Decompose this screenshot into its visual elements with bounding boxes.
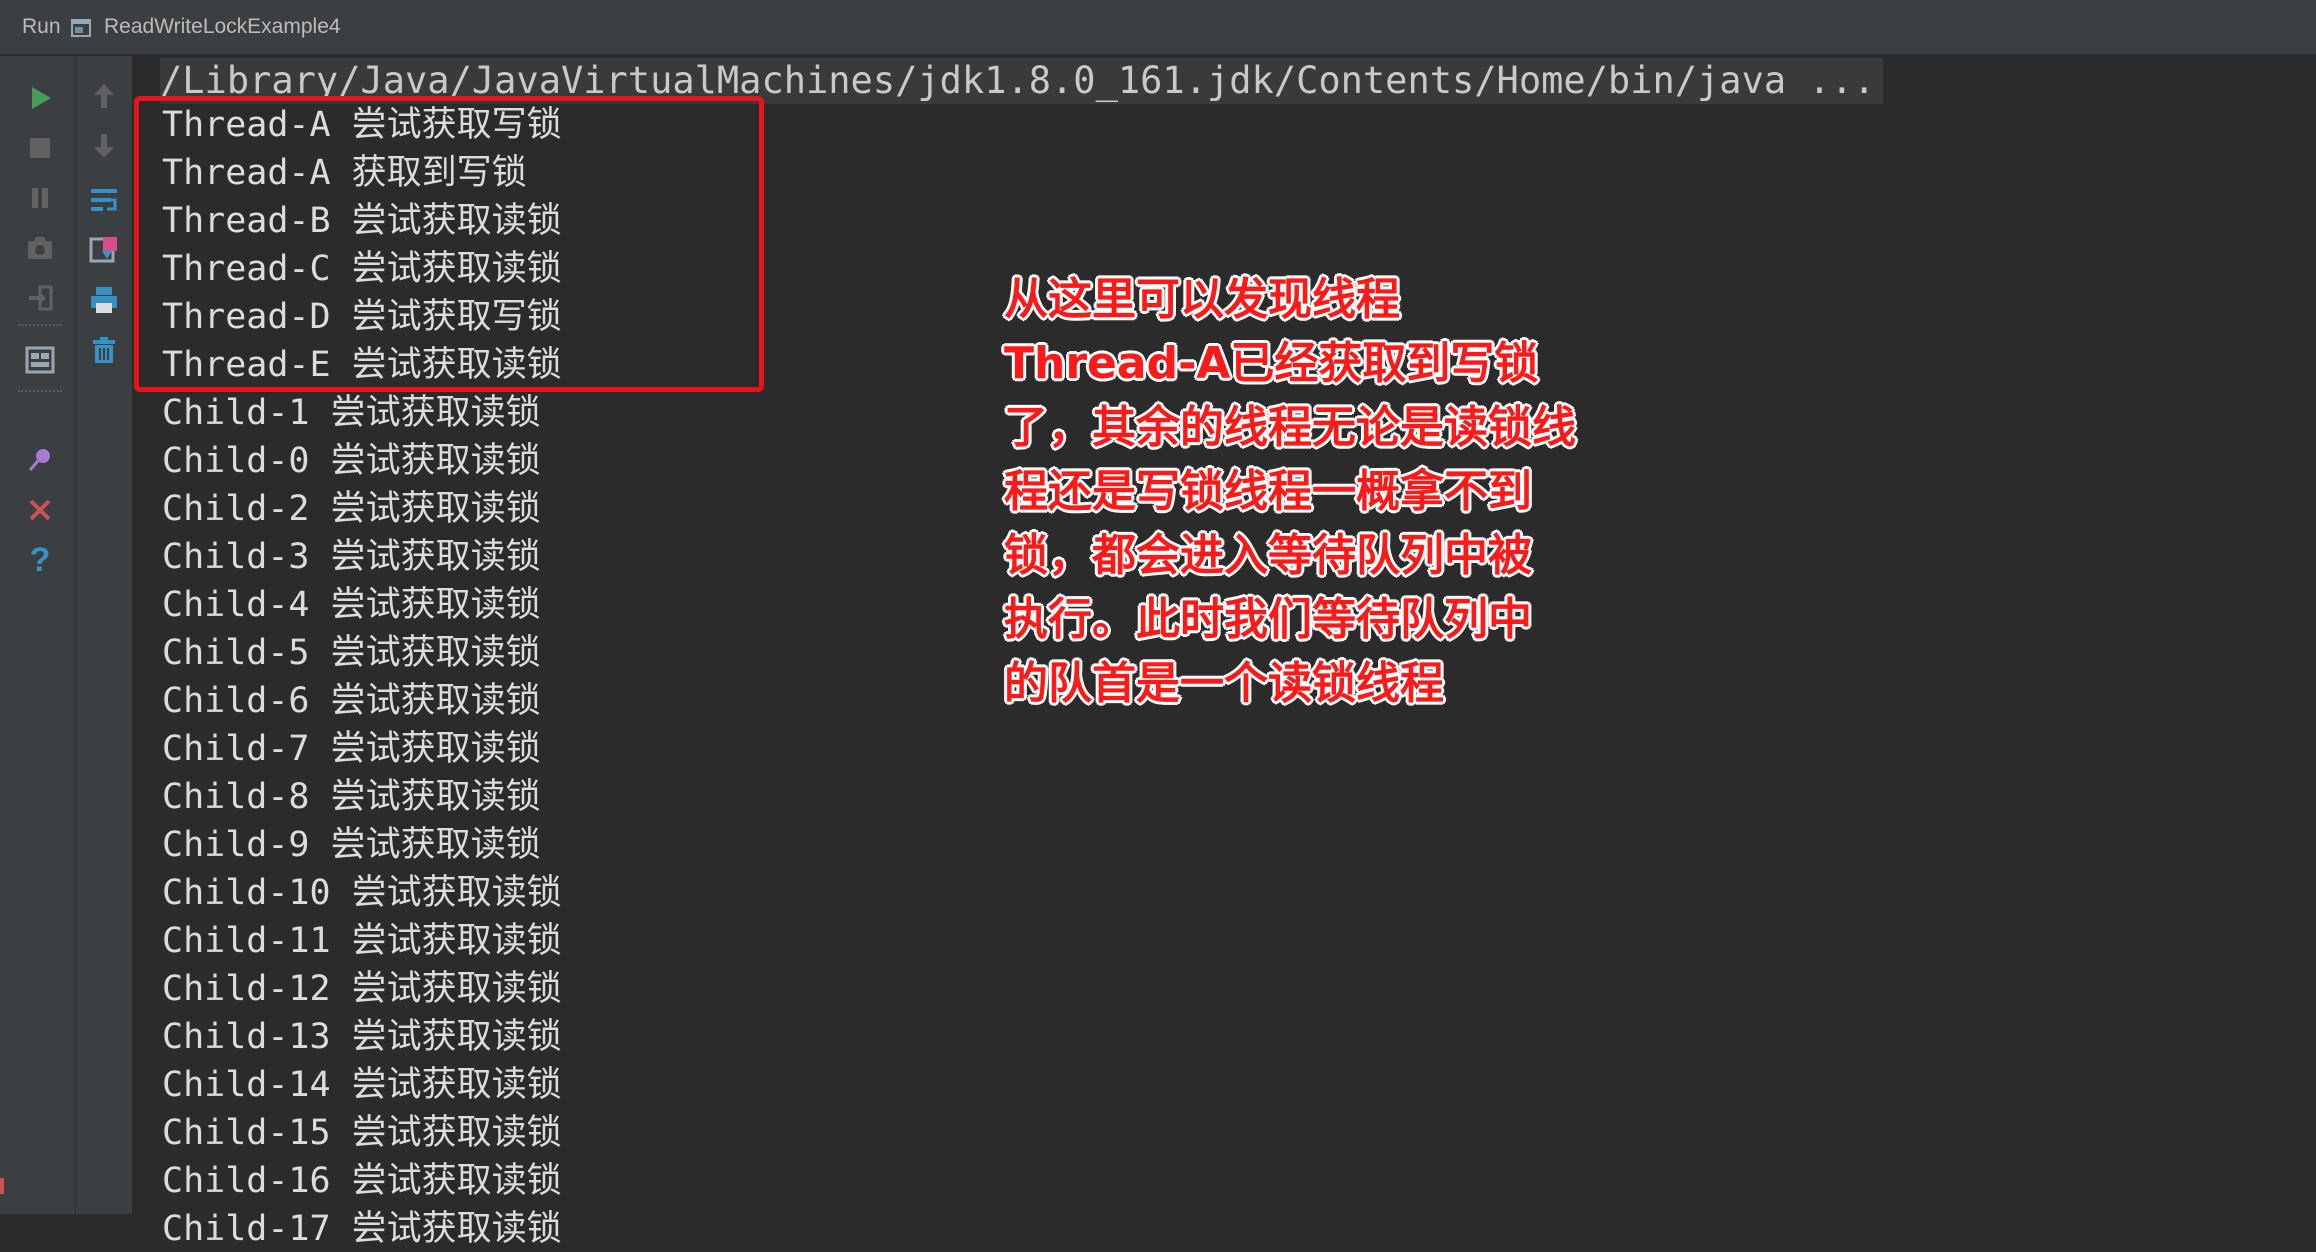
scroll-to-end-icon	[89, 237, 117, 263]
console-line: Child-5 尝试获取读锁	[162, 633, 541, 673]
stop-icon	[30, 138, 50, 158]
run-toolbar-right	[76, 56, 132, 1214]
console-line: Child-2 尝试获取读锁	[162, 489, 541, 529]
console-line: Child-4 尝试获取读锁	[162, 585, 541, 625]
help-button[interactable]: ?	[22, 540, 58, 579]
soft-wrap-button[interactable]	[86, 182, 122, 218]
annotation-line: 执行。此时我们等待队列中	[1004, 594, 1532, 645]
console-line: Child-15 尝试获取读锁	[162, 1113, 562, 1153]
trash-icon	[93, 337, 115, 363]
close-icon	[29, 499, 51, 521]
console-line: Child-11 尝试获取读锁	[162, 921, 562, 961]
annotation-line: 锁，都会进入等待队列中被	[1004, 530, 1532, 581]
annotation-text: 从这里可以发现线程 Thread-A已经获取到写锁 了，其余的线程无论是读锁线 程还是…	[1004, 268, 1644, 716]
console-line: Child-16 尝试获取读锁	[162, 1161, 562, 1201]
soft-wrap-icon	[91, 189, 117, 211]
console-line: Child-13 尝试获取读锁	[162, 1017, 562, 1057]
dump-threads-button[interactable]	[22, 230, 58, 266]
help-icon: ?	[29, 540, 51, 579]
toolbar-separator	[18, 390, 62, 392]
rerun-icon	[32, 87, 51, 109]
layout-button[interactable]	[22, 342, 58, 378]
stop-button[interactable]	[22, 130, 58, 166]
scroll-to-end-button[interactable]	[86, 232, 122, 268]
previous-occurrence-button[interactable]	[86, 78, 122, 114]
application-config-icon	[71, 19, 91, 37]
layout-icon	[25, 346, 55, 374]
console-line: Child-3 尝试获取读锁	[162, 537, 541, 577]
console-line: Child-10 尝试获取读锁	[162, 873, 562, 913]
annotation-line: 的队首是一个读锁线程	[1004, 658, 1444, 709]
highlight-box	[134, 96, 764, 392]
console-line: Child-14 尝试获取读锁	[162, 1065, 562, 1105]
up-arrow-icon	[94, 84, 114, 108]
login-icon	[29, 285, 53, 311]
console-line: Child-12 尝试获取读锁	[162, 969, 562, 1009]
next-occurrence-button[interactable]	[86, 128, 122, 164]
console-line: Child-1 尝试获取读锁	[162, 393, 541, 433]
close-button[interactable]	[22, 492, 58, 528]
run-toolbar-left: ?	[0, 56, 76, 1214]
pin-icon	[28, 449, 50, 471]
print-button[interactable]	[86, 282, 122, 318]
toolbar-separator	[18, 324, 62, 326]
console-line: Child-7 尝试获取读锁	[162, 729, 541, 769]
run-config-tab[interactable]: ReadWriteLockExample4	[104, 15, 341, 39]
restore-layout-button[interactable]	[22, 280, 58, 316]
run-label: Run	[22, 15, 61, 38]
console-line: Child-9 尝试获取读锁	[162, 825, 541, 865]
error-marker	[0, 1178, 4, 1194]
pause-icon	[32, 188, 48, 208]
run-tool-window-header: Run ReadWriteLockExample4	[0, 0, 2316, 56]
annotation-line: Thread-A已经获取到写锁	[1004, 338, 1539, 389]
pin-tab-button[interactable]	[22, 442, 58, 478]
console-line: Child-0 尝试获取读锁	[162, 441, 541, 481]
clear-all-button[interactable]	[86, 332, 122, 368]
pause-button[interactable]	[22, 180, 58, 216]
annotation-line: 程还是写锁线程一概拿不到	[1004, 466, 1532, 517]
console-line: Child-17 尝试获取读锁	[162, 1209, 562, 1249]
annotation-line: 从这里可以发现线程	[1004, 274, 1400, 325]
camera-icon	[28, 237, 52, 259]
rerun-button[interactable]	[22, 80, 58, 116]
annotation-line: 了，其余的线程无论是读锁线	[1004, 402, 1576, 453]
console-line: Child-6 尝试获取读锁	[162, 681, 541, 721]
console-line: Child-8 尝试获取读锁	[162, 777, 541, 817]
down-arrow-icon	[94, 134, 114, 158]
print-icon	[91, 287, 117, 313]
